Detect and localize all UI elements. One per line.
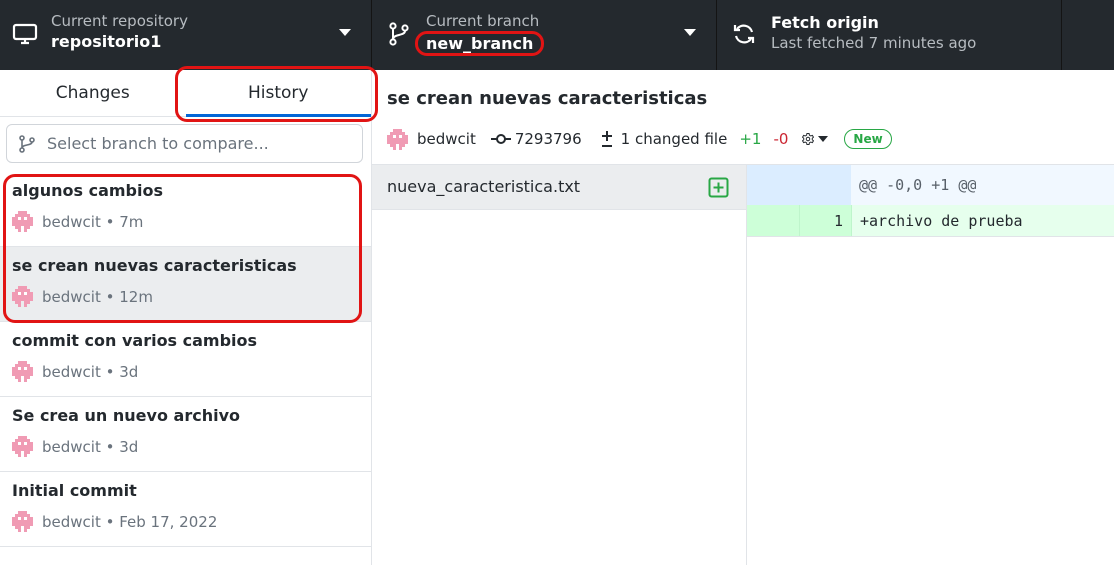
commit-title: commit con varios cambios: [12, 331, 258, 350]
commit-age: Feb 17, 2022: [119, 512, 218, 531]
commit-author: bedwcit: [42, 437, 101, 456]
diff-options-button[interactable]: [802, 126, 829, 152]
commit-row[interactable]: algunos cambios bedwcit • 7m: [0, 172, 371, 247]
commit-age: 3d: [119, 437, 139, 456]
repository-selector[interactable]: Current repository repositorio1: [0, 0, 372, 70]
diff-line-added[interactable]: 1 +archivo de prueba: [747, 205, 1114, 237]
commit-row[interactable]: Se crea un nuevo archivo bedwcit • 3d: [0, 397, 371, 472]
commit-title: Initial commit: [12, 481, 137, 500]
commit-age: 7m: [119, 212, 144, 231]
avatar: [12, 511, 33, 532]
diff-line-text: +archivo de prueba: [851, 205, 1023, 236]
commit-title: se crean nuevas caracteristicas: [12, 256, 297, 275]
avatar: [12, 286, 33, 307]
branch-selector[interactable]: Current branch new_branch: [372, 0, 717, 70]
repository-name: repositorio1: [51, 32, 162, 51]
commit-row[interactable]: commit con varios cambios bedwcit • 3d: [0, 322, 371, 397]
file-added-icon: [708, 177, 729, 198]
commit-title: Se crea un nuevo archivo: [12, 406, 240, 425]
additions-count: +1: [739, 130, 762, 148]
chevron-down-icon: [684, 29, 696, 36]
commit-author: bedwcit: [42, 212, 101, 231]
commit-header: se crean nuevas caracteristicas bedwcit …: [372, 70, 1114, 165]
gear-icon: [802, 133, 815, 145]
diff-gutter-old: [747, 205, 799, 236]
git-commit-icon: [490, 134, 511, 144]
avatar: [12, 361, 33, 382]
commit-list: algunos cambios bedwcit • 7m se crean nu…: [0, 172, 371, 547]
hunk-header-text: @@ -0,0 +1 @@: [859, 176, 977, 194]
git-branch-icon: [19, 134, 35, 153]
sync-icon: [733, 24, 755, 44]
fetch-origin-button[interactable]: Fetch origin Last fetched 7 minutes ago: [717, 0, 1062, 70]
commit-author: bedwcit: [417, 130, 476, 148]
toolbar: Current repository repositorio1 Current …: [0, 0, 1114, 70]
commit-row[interactable]: Initial commit bedwcit • Feb 17, 2022: [0, 472, 371, 547]
branch-label: Current branch: [426, 12, 540, 30]
git-branch-icon: [389, 22, 409, 46]
diff-hunk-header: @@ -0,0 +1 @@: [747, 165, 1114, 205]
tab-history[interactable]: History: [185, 70, 372, 117]
commit-row[interactable]: se crean nuevas caracteristicas bedwcit …: [0, 247, 371, 322]
commit-age: 3d: [119, 362, 139, 381]
diff-gutter: [747, 165, 851, 205]
commit-age: 12m: [119, 287, 153, 306]
branch-name: new_branch: [415, 31, 545, 56]
new-badge: New: [844, 129, 892, 149]
branch-compare-field[interactable]: [6, 124, 363, 163]
chevron-down-icon: [818, 136, 829, 142]
chevron-down-icon: [339, 29, 351, 36]
tab-bar: Changes History: [0, 66, 378, 122]
file-name: nueva_caracteristica.txt: [387, 177, 581, 196]
commit-author: bedwcit: [42, 362, 101, 381]
sidebar: Changes History algunos cambios bedwcit …: [0, 66, 378, 565]
avatar: [12, 211, 33, 232]
repository-label: Current repository: [51, 12, 188, 30]
commit-detail-pane: se crean nuevas caracteristicas bedwcit …: [372, 70, 1114, 565]
monitor-icon: [12, 23, 38, 45]
commit-title: algunos cambios: [12, 181, 164, 200]
changed-file-list: nueva_caracteristica.txt: [372, 165, 747, 565]
avatar: [387, 128, 408, 150]
avatar: [12, 436, 33, 457]
changed-files-count: 1 changed file: [620, 130, 728, 148]
tab-changes[interactable]: Changes: [0, 70, 186, 116]
commit-author: bedwcit: [42, 512, 101, 531]
diff-line-number: 1: [799, 205, 851, 236]
diff-view: @@ -0,0 +1 @@ 1 +archivo de prueba: [747, 165, 1114, 565]
commit-sha[interactable]: 7293796: [515, 130, 582, 148]
branch-compare-input[interactable]: [47, 134, 347, 153]
commit-summary: se crean nuevas caracteristicas: [387, 88, 708, 109]
deletions-count: -0: [773, 130, 789, 148]
last-fetched-text: Last fetched 7 minutes ago: [771, 34, 977, 52]
file-row[interactable]: nueva_caracteristica.txt: [372, 165, 746, 210]
fetch-origin-label: Fetch origin: [771, 13, 879, 32]
diff-icon: [601, 131, 612, 147]
commit-author: bedwcit: [42, 287, 101, 306]
